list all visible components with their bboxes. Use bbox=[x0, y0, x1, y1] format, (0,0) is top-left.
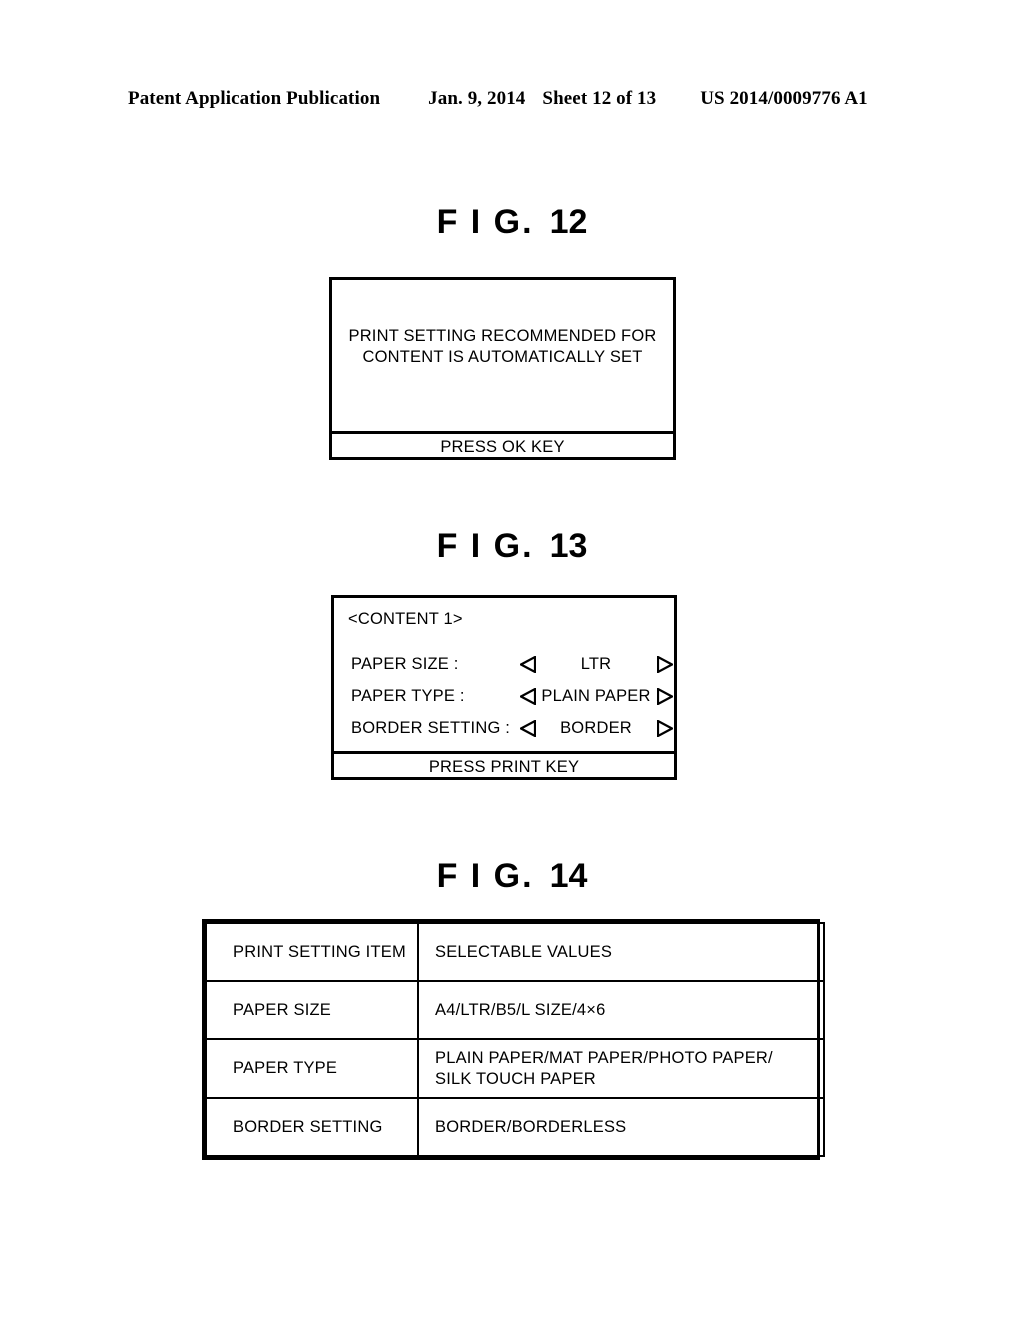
row-item-paper-size: PAPER SIZE bbox=[205, 980, 419, 1040]
row-values-paper-type: PLAIN PAPER/MAT PAPER/PHOTO PAPER/ SILK … bbox=[417, 1038, 825, 1099]
figure-14-title: F I G. 14 bbox=[0, 857, 1024, 896]
figure-12-title-prefix: F I G. bbox=[436, 203, 534, 241]
right-triangle-icon[interactable] bbox=[655, 655, 674, 673]
publication-label: Patent Application Publication bbox=[128, 88, 381, 109]
row-item-paper-type: PAPER TYPE bbox=[205, 1038, 419, 1099]
fig12-display-panel: PRINT SETTING RECOMMENDED FOR CONTENT IS… bbox=[329, 277, 676, 460]
fig12-footer-press-ok[interactable]: PRESS OK KEY bbox=[332, 431, 673, 460]
column-header-print-setting-item: PRINT SETTING ITEM bbox=[205, 922, 419, 982]
left-triangle-icon[interactable] bbox=[518, 719, 537, 737]
left-triangle-icon[interactable] bbox=[518, 687, 537, 705]
figure-13-title: F I G. 13 bbox=[0, 527, 1024, 566]
print-settings-table: PRINT SETTING ITEM SELECTABLE VALUES PAP… bbox=[202, 919, 825, 1160]
figure-13-title-number: 13 bbox=[549, 527, 588, 565]
border-setting-value: BORDER bbox=[560, 718, 632, 737]
figure-14-title-prefix: F I G. bbox=[436, 857, 534, 895]
setting-row-border-setting: BORDER SETTING : BORDER bbox=[334, 712, 674, 744]
setting-row-paper-type: PAPER TYPE : PLAIN PAPER bbox=[334, 680, 674, 712]
figure-12-title-number: 12 bbox=[549, 203, 588, 241]
row-values-paper-type-line-1: PLAIN PAPER/MAT PAPER/PHOTO PAPER/ bbox=[435, 1048, 773, 1067]
patent-number: US 2014/0009776 A1 bbox=[700, 88, 868, 109]
paper-size-label: PAPER SIZE : bbox=[351, 654, 459, 673]
row-item-border-setting: BORDER SETTING bbox=[205, 1097, 419, 1157]
row-values-paper-size: A4/LTR/B5/L SIZE/4×6 bbox=[417, 980, 825, 1040]
setting-row-paper-size: PAPER SIZE : LTR bbox=[334, 648, 674, 680]
table-row: PAPER TYPE PLAIN PAPER/MAT PAPER/PHOTO P… bbox=[205, 1038, 825, 1099]
left-triangle-icon[interactable] bbox=[518, 655, 537, 673]
row-values-paper-type-line-2: SILK TOUCH PAPER bbox=[435, 1069, 596, 1088]
table-header-row: PRINT SETTING ITEM SELECTABLE VALUES bbox=[205, 922, 825, 982]
fig13-footer-press-print[interactable]: PRESS PRINT KEY bbox=[334, 751, 674, 780]
table-row: PAPER SIZE A4/LTR/B5/L SIZE/4×6 bbox=[205, 980, 825, 1040]
paper-size-value: LTR bbox=[580, 654, 612, 673]
paper-type-label: PAPER TYPE : bbox=[351, 686, 465, 705]
right-triangle-icon[interactable] bbox=[655, 687, 674, 705]
figure-14-title-number: 14 bbox=[549, 857, 588, 895]
fig13-setting-list: PAPER SIZE : LTR PAPER TYPE : PLAIN PAPE… bbox=[334, 648, 674, 744]
border-setting-label: BORDER SETTING : bbox=[351, 718, 511, 737]
publication-date: Jan. 9, 2014 bbox=[428, 88, 526, 109]
fig13-panel-body: <CONTENT 1> PAPER SIZE : LTR PAPER TYPE … bbox=[334, 598, 674, 751]
column-header-selectable-values: SELECTABLE VALUES bbox=[417, 922, 825, 982]
sheet-number: Sheet 12 of 13 bbox=[542, 88, 657, 109]
table-row: BORDER SETTING BORDER/BORDERLESS bbox=[205, 1097, 825, 1157]
row-values-border-setting: BORDER/BORDERLESS bbox=[417, 1097, 825, 1157]
fig12-message-line-2: CONTENT IS AUTOMATICALLY SET bbox=[362, 348, 643, 366]
fig12-message: PRINT SETTING RECOMMENDED FOR CONTENT IS… bbox=[332, 326, 673, 368]
paper-type-value: PLAIN PAPER bbox=[541, 686, 651, 705]
fig12-message-line-1: PRINT SETTING RECOMMENDED FOR bbox=[348, 327, 657, 345]
fig13-content-label: <CONTENT 1> bbox=[348, 610, 463, 628]
patent-running-head: Patent Application Publication Jan. 9, 2… bbox=[128, 88, 896, 114]
figure-13-title-prefix: F I G. bbox=[436, 527, 534, 565]
fig12-panel-body: PRINT SETTING RECOMMENDED FOR CONTENT IS… bbox=[332, 280, 673, 431]
fig13-display-panel: <CONTENT 1> PAPER SIZE : LTR PAPER TYPE … bbox=[331, 595, 677, 780]
right-triangle-icon[interactable] bbox=[655, 719, 674, 737]
figure-12-title: F I G. 12 bbox=[0, 203, 1024, 242]
